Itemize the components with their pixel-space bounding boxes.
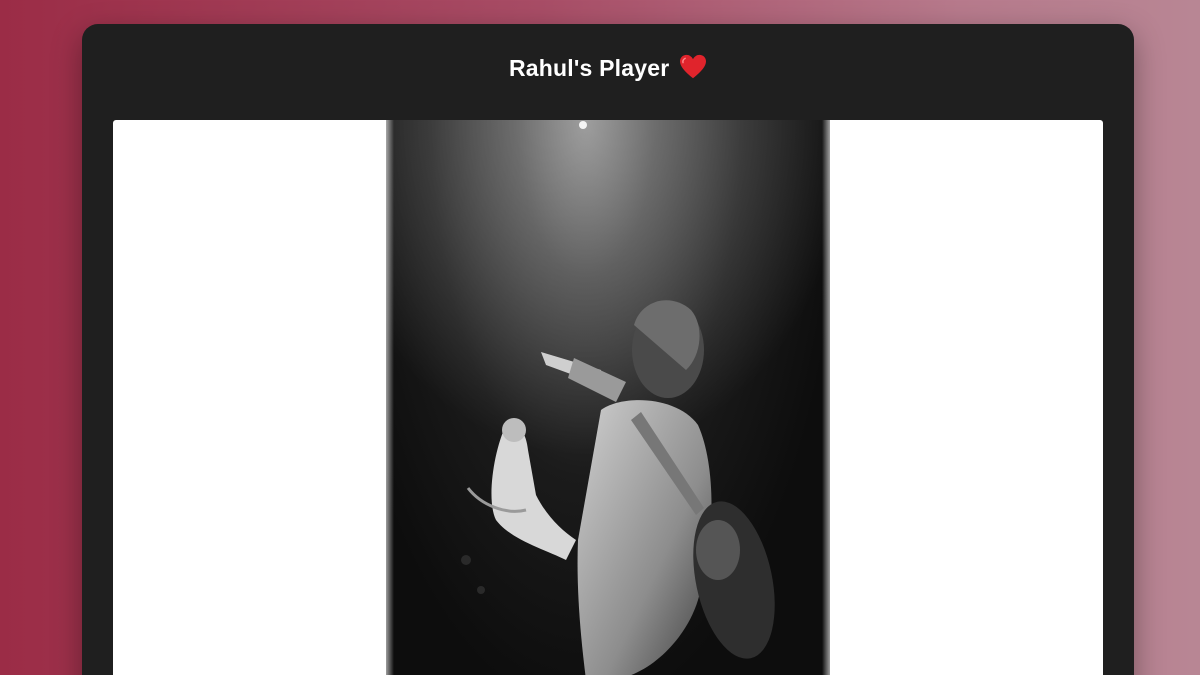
heart-icon bbox=[680, 54, 706, 79]
album-cover-frame bbox=[113, 120, 1103, 675]
player-title-text: Rahul's Player bbox=[509, 55, 670, 81]
album-cover-artwork bbox=[386, 120, 830, 675]
player-title: Rahul's Player bbox=[82, 54, 1134, 82]
player-card: Rahul's Player bbox=[82, 24, 1134, 675]
album-cover-image bbox=[386, 120, 830, 675]
